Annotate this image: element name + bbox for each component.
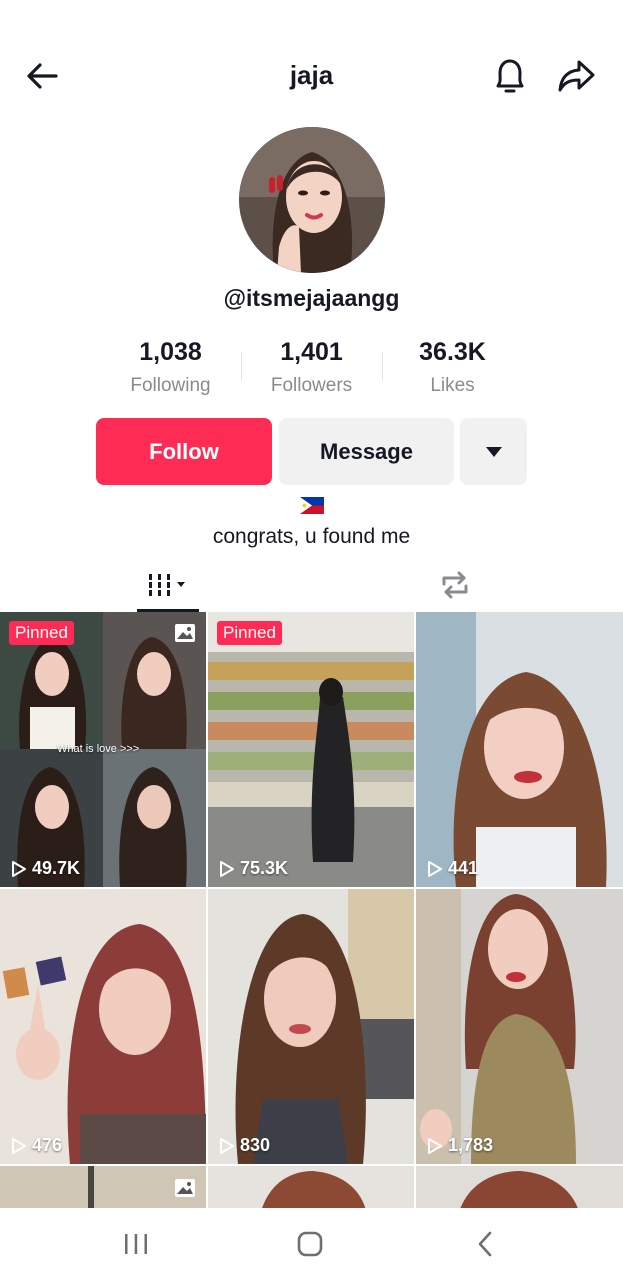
play-icon — [12, 860, 26, 877]
video-tile[interactable]: 476 — [0, 889, 206, 1164]
video-tile[interactable] — [208, 1166, 414, 1208]
recent-apps-icon[interactable] — [122, 1232, 150, 1256]
view-count: 830 — [218, 1135, 270, 1156]
video-tile[interactable]: Pinned What is love >>> 49.7K — [0, 612, 206, 887]
photo-carousel-icon — [174, 1178, 196, 1198]
bell-icon[interactable] — [490, 54, 530, 98]
stat-divider — [241, 352, 242, 380]
play-icon — [428, 1137, 442, 1154]
share-arrow-icon[interactable] — [555, 56, 597, 96]
video-tile[interactable] — [0, 1166, 206, 1208]
content-tabs — [0, 558, 623, 612]
view-count: 1,783 — [426, 1135, 493, 1156]
view-count-value: 476 — [32, 1135, 63, 1155]
system-back-icon[interactable] — [476, 1230, 494, 1258]
system-navigation-bar — [0, 1208, 623, 1280]
repost-icon — [442, 571, 468, 599]
stat-followers[interactable]: 1,401 Followers — [241, 338, 382, 408]
message-button[interactable]: Message — [279, 418, 454, 485]
home-icon[interactable] — [297, 1230, 323, 1258]
video-tile[interactable]: Pinned 75.3K — [208, 612, 414, 887]
video-tile[interactable]: 1,783 — [416, 889, 623, 1164]
username-handle: @itsmejajaangg — [223, 285, 400, 311]
video-grid: Pinned What is love >>> 49.7K Pinned 75.… — [0, 612, 623, 1208]
stat-following[interactable]: 1,038 Following — [100, 338, 241, 408]
view-count-value: 1,783 — [448, 1135, 494, 1155]
caret-down-icon — [485, 446, 502, 457]
view-count-value: 49.7K — [32, 858, 81, 878]
view-count-value: 75.3K — [240, 858, 289, 878]
likes-label: Likes — [430, 375, 475, 396]
pinned-badge: Pinned — [217, 621, 282, 645]
view-count-value: 830 — [240, 1135, 271, 1155]
view-count: 441 — [426, 858, 478, 879]
following-label: Following — [130, 375, 211, 396]
view-count-value: 441 — [448, 858, 479, 878]
following-count: 1,038 — [139, 338, 202, 366]
view-count: 75.3K — [218, 858, 288, 879]
followers-label: Followers — [270, 375, 353, 396]
play-icon — [220, 860, 234, 877]
video-tile[interactable] — [416, 1166, 623, 1208]
likes-count: 36.3K — [419, 338, 486, 366]
pinned-badge: Pinned — [9, 621, 74, 645]
video-tile[interactable]: 830 — [208, 889, 414, 1164]
video-tile[interactable]: 441 — [416, 612, 623, 887]
stat-divider — [382, 352, 383, 380]
tab-videos[interactable] — [137, 558, 199, 612]
more-options-button[interactable] — [460, 418, 527, 485]
stat-likes[interactable]: 36.3K Likes — [382, 338, 523, 408]
view-count: 476 — [10, 1135, 62, 1156]
play-icon — [12, 1137, 26, 1154]
follow-button[interactable]: Follow — [96, 418, 272, 485]
followers-count: 1,401 — [280, 338, 343, 366]
bio-text: congrats, u found me — [212, 525, 411, 548]
profile-stats: 1,038 Following 1,401 Followers 36.3K Li… — [100, 338, 523, 408]
grid-filter-icon — [149, 574, 185, 596]
video-overlay-text: What is love >>> — [57, 743, 140, 755]
top-bar: jaja — [0, 0, 623, 120]
philippines-flag-icon — [300, 497, 324, 514]
view-count: 49.7K — [10, 858, 80, 879]
play-icon — [428, 860, 442, 877]
play-icon — [220, 1137, 234, 1154]
tab-reposts[interactable] — [424, 558, 486, 612]
avatar[interactable] — [239, 127, 385, 273]
photo-carousel-icon — [174, 623, 196, 643]
